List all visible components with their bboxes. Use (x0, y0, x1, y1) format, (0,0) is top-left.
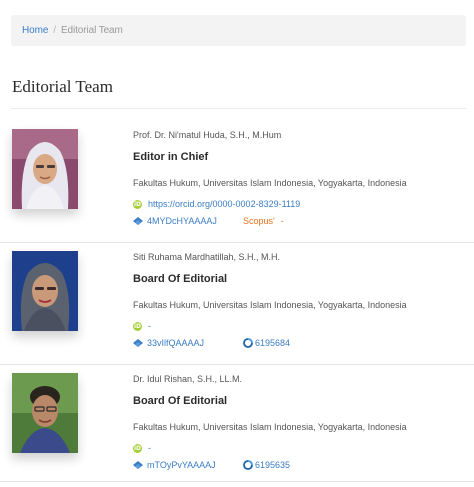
orcid-row: iD https://orcid.org/0000-0002-8329-1119 (133, 198, 463, 210)
member-photo (12, 129, 78, 209)
member-name: Siti Ruhama Mardhatillah, S.H., M.H. (133, 252, 281, 262)
breadcrumb-home-link[interactable]: Home (22, 25, 48, 36)
member-role: Editor in Chief (133, 151, 209, 163)
breadcrumb-current: Editorial Team (60, 25, 123, 36)
orcid-value: - (148, 321, 151, 331)
member-affiliation: Fakultas Hukum, Universitas Islam Indone… (133, 422, 407, 432)
google-scholar-icon (133, 338, 143, 347)
member-divider (0, 364, 474, 365)
member-photo (12, 251, 78, 331)
breadcrumb: Home / Editorial Team (11, 15, 466, 46)
sinta-icon (243, 460, 253, 470)
member-name: Prof. Dr. Ni'matul Huda, S.H., M.Hum (133, 130, 282, 140)
profile-links-row: 33vIlfQAAAAJ 6195684 (133, 337, 463, 349)
member-photo (12, 373, 78, 453)
member-info: Siti Ruhama Mardhatillah, S.H., M.H. Boa… (133, 251, 463, 349)
sinta-link[interactable]: 6195635 (255, 459, 290, 471)
orcid-row: iD - (133, 320, 463, 332)
member-role: Board Of Editorial (133, 273, 228, 285)
member-info: Dr. Idul Rishan, S.H., LL.M. Board Of Ed… (133, 373, 463, 471)
page-title: Editorial Team (12, 77, 113, 96)
breadcrumb-separator: / (53, 25, 56, 36)
orcid-row: iD - (133, 442, 463, 454)
profile-links-row: mTOyPvYAAAAJ 6195635 (133, 459, 463, 471)
member-name: Dr. Idul Rishan, S.H., LL.M. (133, 374, 243, 384)
member-role: Board Of Editorial (133, 395, 228, 407)
member-affiliation: Fakultas Hukum, Universitas Islam Indone… (133, 300, 407, 310)
sinta-icon (243, 338, 253, 348)
profile-links-row: 4MYDcHYAAAAJ Scopus' - (133, 215, 463, 227)
orcid-value: - (148, 443, 151, 453)
orcid-icon: iD (133, 199, 142, 209)
google-scholar-link[interactable]: 33vIlfQAAAAJ (147, 337, 243, 349)
scopus-link[interactable]: Scopus' (243, 215, 275, 227)
sinta-link[interactable]: 6195684 (255, 337, 290, 349)
orcid-icon: iD (133, 443, 142, 453)
google-scholar-link[interactable]: 4MYDcHYAAAAJ (147, 215, 243, 227)
member-affiliation: Fakultas Hukum, Universitas Islam Indone… (133, 178, 407, 188)
member-info: Prof. Dr. Ni'matul Huda, S.H., M.Hum Edi… (133, 129, 463, 227)
orcid-link[interactable]: https://orcid.org/0000-0002-8329-1119 (148, 198, 300, 210)
orcid-icon: iD (133, 321, 142, 331)
google-scholar-link[interactable]: mTOyPvYAAAAJ (147, 459, 243, 471)
google-scholar-icon (133, 460, 143, 469)
scopus-value: - (280, 216, 284, 226)
google-scholar-icon (133, 216, 143, 225)
bottom-divider (0, 481, 474, 482)
member-divider (0, 242, 474, 243)
title-divider (11, 108, 466, 109)
